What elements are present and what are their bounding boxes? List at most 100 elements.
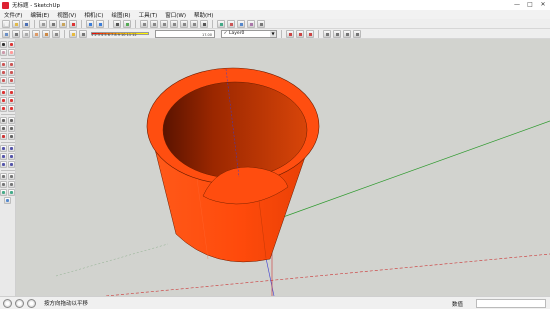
- tool-separator: [0, 86, 15, 87]
- freehand-icon[interactable]: [8, 77, 15, 84]
- walk-icon[interactable]: [8, 173, 15, 180]
- section-cut-icon[interactable]: [306, 29, 314, 38]
- offset-icon[interactable]: [8, 105, 15, 112]
- zoom-window-icon[interactable]: [8, 153, 15, 160]
- print-icon[interactable]: [113, 19, 121, 28]
- measurements-input[interactable]: [476, 299, 546, 308]
- redo-icon[interactable]: [96, 19, 104, 28]
- section-plane-icon[interactable]: [286, 29, 294, 38]
- help-status-icon[interactable]: [27, 298, 36, 308]
- menu-camera[interactable]: 相机(C): [80, 11, 107, 19]
- sandbox-stamp-icon[interactable]: [353, 29, 361, 38]
- arc-icon[interactable]: [8, 69, 15, 76]
- shaded-textures-icon[interactable]: [42, 29, 50, 38]
- xray-icon[interactable]: [2, 29, 10, 38]
- new-file-icon[interactable]: [2, 19, 10, 28]
- section-display-icon[interactable]: [296, 29, 304, 38]
- front-view-icon[interactable]: [160, 19, 168, 28]
- zoom-extents-icon[interactable]: [0, 161, 7, 168]
- move-icon[interactable]: [0, 89, 7, 96]
- erase-selection-icon[interactable]: [69, 19, 77, 28]
- photo-textures-icon[interactable]: [4, 197, 11, 204]
- model-viewport[interactable]: [16, 39, 550, 296]
- orbit-icon[interactable]: [0, 145, 7, 152]
- menu-help[interactable]: 帮助(H): [190, 11, 217, 19]
- fog-slider[interactable]: 1 2 3 4 5 6 7 8 9 10 11 12: [91, 29, 149, 38]
- menu-window[interactable]: 窗口(W): [161, 11, 190, 19]
- fog-distance-slider[interactable]: 17.00: [155, 29, 215, 38]
- get-models-icon[interactable]: [227, 19, 235, 28]
- shaded-icon[interactable]: [32, 29, 40, 38]
- rectangle-icon[interactable]: [0, 61, 7, 68]
- close-button[interactable]: ✕: [538, 1, 548, 8]
- save-icon[interactable]: [22, 19, 30, 28]
- geo-location-icon[interactable]: [217, 19, 225, 28]
- open-folder-icon[interactable]: [12, 19, 20, 28]
- toggle-terrain-icon[interactable]: [8, 189, 15, 196]
- more-tools-icon[interactable]: [257, 19, 265, 28]
- copy-icon[interactable]: [49, 19, 57, 28]
- wireframe-icon[interactable]: [12, 29, 20, 38]
- line-icon[interactable]: [8, 61, 15, 68]
- follow-me-icon[interactable]: [8, 97, 15, 104]
- iso-view-icon[interactable]: [140, 19, 148, 28]
- shadows-icon[interactable]: [69, 29, 77, 38]
- credits-status-icon[interactable]: [15, 298, 24, 308]
- left-view-icon[interactable]: [190, 19, 198, 28]
- geo-location-status-icon[interactable]: [3, 298, 12, 308]
- paint-bucket-icon[interactable]: [0, 49, 7, 56]
- text-icon[interactable]: [8, 125, 15, 132]
- undo-icon[interactable]: [86, 19, 94, 28]
- tool-separator: [0, 170, 15, 171]
- make-component-icon[interactable]: [8, 41, 15, 48]
- fog-icon[interactable]: [79, 29, 87, 38]
- select-arrow-icon[interactable]: [0, 41, 7, 48]
- back-view-icon[interactable]: [180, 19, 188, 28]
- maximize-button[interactable]: □: [525, 1, 535, 8]
- hidden-line-icon[interactable]: [22, 29, 30, 38]
- menu-tools[interactable]: 工具(T): [135, 11, 162, 19]
- eraser-icon[interactable]: [8, 49, 15, 56]
- polygon-icon[interactable]: [0, 77, 7, 84]
- components-icon[interactable]: [247, 19, 255, 28]
- zoom-icon[interactable]: [0, 153, 7, 160]
- monochrome-icon[interactable]: [52, 29, 60, 38]
- push-pull-icon[interactable]: [8, 89, 15, 96]
- layer-dropdown[interactable]: ✓ Layer0 ▼: [221, 29, 277, 38]
- layer-name: Layer0: [229, 31, 245, 36]
- minimize-button[interactable]: —: [512, 1, 522, 8]
- menu-edit[interactable]: 编辑(E): [26, 11, 53, 19]
- menu-draw[interactable]: 绘图(R): [107, 11, 134, 19]
- sandbox-smoove-icon[interactable]: [343, 29, 351, 38]
- rotate-icon[interactable]: [0, 97, 7, 104]
- scale-icon[interactable]: [0, 105, 7, 112]
- add-location-icon[interactable]: [0, 189, 7, 196]
- look-around-icon[interactable]: [0, 181, 7, 188]
- share-model-icon[interactable]: [237, 19, 245, 28]
- window-controls: — □ ✕: [512, 1, 548, 8]
- dimension-icon[interactable]: [8, 117, 15, 124]
- right-view-icon[interactable]: [170, 19, 178, 28]
- pan-icon[interactable]: [8, 145, 15, 152]
- paste-icon[interactable]: [59, 19, 67, 28]
- home-icon[interactable]: [200, 19, 208, 28]
- position-camera-icon[interactable]: [0, 173, 7, 180]
- layer-check-icon: ✓: [223, 31, 228, 36]
- section-plane-tool-icon[interactable]: [8, 181, 15, 188]
- menu-bar: 文件(F) 编辑(E) 视图(V) 相机(C) 绘图(R) 工具(T) 窗口(W…: [0, 10, 550, 19]
- chevron-down-icon[interactable]: ▼: [270, 30, 276, 37]
- circle-icon[interactable]: [0, 69, 7, 76]
- cut-icon[interactable]: [39, 19, 47, 28]
- axes-icon[interactable]: [0, 133, 7, 140]
- sandbox-contours-icon[interactable]: [323, 29, 331, 38]
- menu-file[interactable]: 文件(F): [0, 11, 26, 19]
- top-view-icon[interactable]: [150, 19, 158, 28]
- menu-view[interactable]: 视图(V): [53, 11, 80, 19]
- 3d-text-icon[interactable]: [8, 133, 15, 140]
- tape-measure-icon[interactable]: [0, 117, 7, 124]
- model-info-icon[interactable]: [123, 19, 131, 28]
- previous-view-icon[interactable]: [8, 161, 15, 168]
- sandbox-scratch-icon[interactable]: [333, 29, 341, 38]
- toolbar-separator: [318, 29, 319, 38]
- protractor-icon[interactable]: [0, 125, 7, 132]
